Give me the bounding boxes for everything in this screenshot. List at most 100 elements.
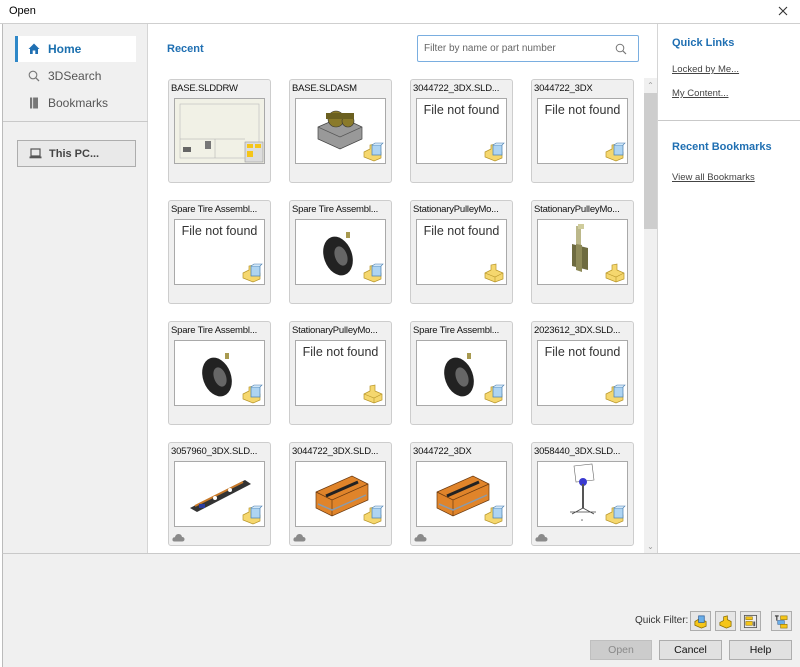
scroll-up-button[interactable]: ⌃ bbox=[644, 78, 657, 92]
file-card[interactable]: Spare Tire Assembl... bbox=[168, 321, 271, 425]
sidebar-item-3dsearch[interactable]: 3DSearch bbox=[15, 63, 136, 89]
cloud-icon bbox=[535, 533, 548, 542]
assembly-icon bbox=[604, 140, 626, 162]
file-name: 3044722_3DX.SLD... bbox=[292, 446, 379, 457]
cancel-button[interactable]: Cancel bbox=[659, 640, 722, 660]
file-thumbnail bbox=[174, 461, 265, 527]
search-input[interactable] bbox=[418, 43, 613, 54]
file-name: 3057960_3DX.SLD... bbox=[171, 446, 258, 457]
file-thumbnail: File not found bbox=[537, 340, 628, 406]
assembly-icon bbox=[362, 261, 384, 283]
assembly-icon bbox=[241, 261, 263, 283]
quick-filter-top-level-button[interactable] bbox=[771, 611, 792, 631]
left-nav-panel: Home 3DSearch Bookmarks This PC... bbox=[2, 24, 148, 553]
file-name: 3058440_3DX.SLD... bbox=[534, 446, 621, 457]
file-not-found-text: File not found bbox=[423, 103, 500, 117]
file-not-found-text: File not found bbox=[544, 345, 621, 359]
laptop-icon bbox=[29, 148, 42, 159]
bookmark-icon bbox=[27, 96, 41, 110]
file-card[interactable]: 3044722_3DX.SLD... File not found bbox=[410, 79, 513, 183]
file-thumbnail bbox=[174, 340, 265, 406]
part-icon bbox=[362, 382, 384, 404]
file-card[interactable]: StationaryPulleyMo... bbox=[531, 200, 634, 304]
dialog-footer: Quick Filter: Open Cancel Help bbox=[2, 553, 800, 667]
file-name: BASE.SLDDRW bbox=[171, 83, 238, 94]
sidebar-item-home[interactable]: Home bbox=[15, 36, 136, 62]
quick-filter-drawings-button[interactable] bbox=[740, 611, 761, 631]
file-thumbnail: File not found bbox=[174, 219, 265, 285]
file-card[interactable]: 3058440_3DX.SLD... bbox=[531, 442, 634, 546]
open-button[interactable]: Open bbox=[590, 640, 652, 660]
my-content-link[interactable]: My Content... bbox=[672, 88, 729, 99]
sidebar-item-label: Bookmarks bbox=[48, 96, 109, 110]
file-card[interactable]: StationaryPulleyMo... File not found bbox=[410, 200, 513, 304]
file-not-found-text: File not found bbox=[544, 103, 621, 117]
quick-filter-parts-button[interactable] bbox=[715, 611, 736, 631]
file-card[interactable]: BASE.SLDDRW bbox=[168, 79, 271, 183]
file-name: StationaryPulleyMo... bbox=[534, 204, 620, 215]
help-button[interactable]: Help bbox=[729, 640, 792, 660]
cloud-icon bbox=[414, 533, 427, 542]
quick-filter-label: Quick Filter: bbox=[635, 615, 689, 626]
file-thumbnail bbox=[295, 461, 386, 527]
file-card[interactable]: 2023612_3DX.SLD... File not found bbox=[531, 321, 634, 425]
file-thumbnail bbox=[295, 98, 386, 164]
part-icon bbox=[604, 261, 626, 283]
assembly-icon bbox=[362, 140, 384, 162]
file-thumbnail: File not found bbox=[295, 340, 386, 406]
file-card[interactable]: Spare Tire Assembl... File not found bbox=[168, 200, 271, 304]
search-box[interactable] bbox=[417, 35, 639, 62]
file-thumbnail bbox=[295, 219, 386, 285]
file-name: 2023612_3DX.SLD... bbox=[534, 325, 621, 336]
part-icon bbox=[483, 261, 505, 283]
divider bbox=[658, 120, 800, 121]
divider bbox=[3, 121, 148, 122]
file-card[interactable]: StationaryPulleyMo... File not found bbox=[289, 321, 392, 425]
file-not-found-text: File not found bbox=[181, 224, 258, 238]
sidebar-nav: Home 3DSearch Bookmarks bbox=[15, 36, 136, 117]
file-thumbnail bbox=[416, 461, 507, 527]
cloud-icon bbox=[293, 533, 306, 542]
file-card[interactable]: 3044722_3DX.SLD... bbox=[289, 442, 392, 546]
file-thumbnail bbox=[174, 98, 265, 164]
file-name: Spare Tire Assembl... bbox=[413, 325, 500, 336]
locked-by-me-link[interactable]: Locked by Me... bbox=[672, 64, 739, 75]
file-name: Spare Tire Assembl... bbox=[171, 325, 258, 336]
quick-filter-assemblies-button[interactable] bbox=[690, 611, 711, 631]
scrollbar-thumb[interactable] bbox=[644, 93, 657, 229]
file-card[interactable]: 3044722_3DX bbox=[410, 442, 513, 546]
file-card[interactable]: 3044722_3DX File not found bbox=[531, 79, 634, 183]
sidebar-item-label: Home bbox=[48, 42, 82, 56]
search-icon[interactable] bbox=[613, 41, 629, 57]
file-card[interactable]: Spare Tire Assembl... bbox=[289, 200, 392, 304]
assembly-icon bbox=[604, 382, 626, 404]
this-pc-button[interactable]: This PC... bbox=[17, 140, 136, 167]
vertical-scrollbar[interactable]: ⌃ ⌄ bbox=[644, 78, 657, 553]
scroll-down-button[interactable]: ⌄ bbox=[644, 539, 657, 553]
drawing-icon bbox=[743, 614, 758, 628]
file-card[interactable]: 3057960_3DX.SLD... bbox=[168, 442, 271, 546]
file-name: 3044722_3DX.SLD... bbox=[413, 83, 500, 94]
file-card[interactable]: Spare Tire Assembl... bbox=[410, 321, 513, 425]
file-name: Spare Tire Assembl... bbox=[171, 204, 258, 215]
cloud-icon bbox=[172, 533, 185, 542]
close-button[interactable] bbox=[770, 0, 796, 22]
file-thumbnail bbox=[537, 461, 628, 527]
recent-heading: Recent bbox=[167, 43, 204, 55]
assembly-icon bbox=[694, 615, 707, 628]
file-name: StationaryPulleyMo... bbox=[413, 204, 499, 215]
file-name: 3044722_3DX bbox=[534, 83, 593, 94]
assembly-icon bbox=[241, 382, 263, 404]
recent-bookmarks-heading: Recent Bookmarks bbox=[672, 141, 772, 153]
file-card[interactable]: BASE.SLDASM bbox=[289, 79, 392, 183]
sidebar-item-bookmarks[interactable]: Bookmarks bbox=[15, 90, 136, 116]
view-all-bookmarks-link[interactable]: View all Bookmarks bbox=[672, 172, 755, 183]
this-pc-label: This PC... bbox=[49, 147, 100, 160]
file-name: StationaryPulleyMo... bbox=[292, 325, 378, 336]
part-icon bbox=[719, 614, 732, 628]
file-thumbnail bbox=[537, 219, 628, 285]
file-thumbnail: File not found bbox=[416, 219, 507, 285]
file-thumbnail: File not found bbox=[416, 98, 507, 164]
file-thumbnail bbox=[416, 340, 507, 406]
file-thumbnail: File not found bbox=[537, 98, 628, 164]
